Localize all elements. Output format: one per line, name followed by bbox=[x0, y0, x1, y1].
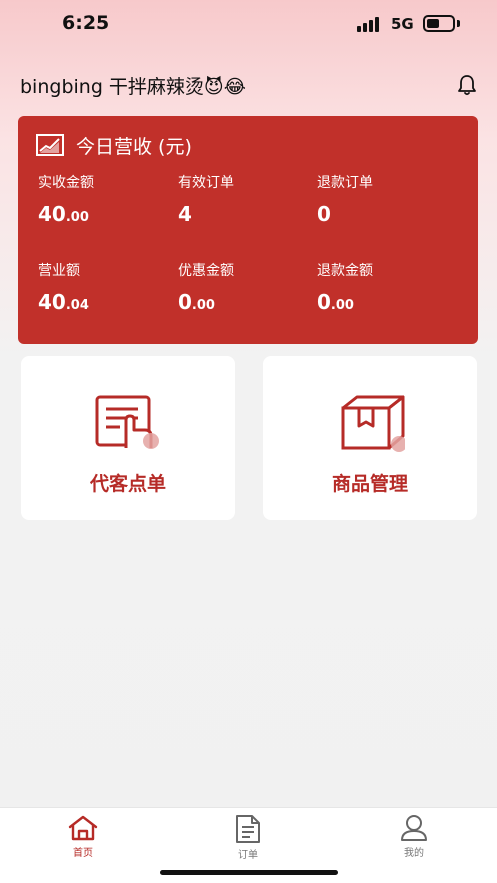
metric-label: 优惠金额 bbox=[178, 263, 234, 279]
home-icon bbox=[68, 815, 98, 841]
metric-refund-orders: 退款订单 0 bbox=[317, 172, 457, 226]
revenue-card-header: 今日营收 (元) bbox=[36, 130, 192, 160]
revenue-card: 今日营收 (元) 实收金额 40.00 有效订单 4 退款订单 0 营业额 40… bbox=[18, 116, 478, 344]
chart-icon bbox=[36, 134, 64, 156]
home-indicator bbox=[160, 870, 338, 875]
metric-turnover: 营业额 40.04 bbox=[38, 260, 178, 314]
metric-label: 营业额 bbox=[38, 263, 80, 279]
status-bar: 6:25 5G bbox=[0, 0, 497, 48]
order-icon bbox=[236, 815, 260, 843]
metric-label: 有效订单 bbox=[178, 175, 234, 191]
tab-profile-label: 我的 bbox=[404, 848, 424, 859]
metric-valid-orders: 有效订单 4 bbox=[178, 172, 318, 226]
metric-refund-amount: 退款金额 0.00 bbox=[317, 260, 457, 314]
metric-label: 实收金额 bbox=[38, 175, 94, 191]
battery-icon bbox=[423, 15, 455, 32]
metric-value: 40.04 bbox=[38, 290, 89, 314]
battery-tip bbox=[457, 20, 460, 27]
order-for-customer-button[interactable]: 代客点单 bbox=[21, 356, 235, 520]
metric-discount-amount: 优惠金额 0.00 bbox=[178, 260, 318, 314]
product-box-icon bbox=[341, 395, 405, 452]
order-for-customer-label: 代客点单 bbox=[89, 473, 166, 495]
network-label: 5G bbox=[391, 15, 414, 33]
order-for-customer-icon bbox=[95, 395, 159, 449]
metric-value: 0 bbox=[317, 202, 331, 226]
bell-icon[interactable] bbox=[455, 73, 479, 97]
product-management-label: 商品管理 bbox=[331, 473, 408, 495]
metric-actual-received: 实收金额 40.00 bbox=[38, 172, 178, 226]
profile-icon bbox=[401, 815, 427, 841]
tab-orders-label: 订单 bbox=[238, 850, 258, 861]
tab-orders[interactable]: 订单 bbox=[198, 814, 298, 862]
tab-profile[interactable]: 我的 bbox=[364, 814, 464, 862]
tab-home[interactable]: 首页 bbox=[33, 814, 133, 862]
metric-value: 4 bbox=[178, 202, 192, 226]
store-name: bingbing 干拌麻辣烫😈😂 bbox=[20, 76, 246, 98]
metric-label: 退款金额 bbox=[317, 263, 373, 279]
revenue-card-title: 今日营收 (元) bbox=[76, 135, 192, 158]
signal-icon bbox=[357, 16, 383, 32]
tab-home-label: 首页 bbox=[73, 848, 93, 859]
product-management-button[interactable]: 商品管理 bbox=[263, 356, 477, 520]
status-time: 6:25 bbox=[62, 12, 110, 34]
metric-label: 退款订单 bbox=[317, 175, 373, 191]
metric-value: 0.00 bbox=[317, 290, 354, 314]
metric-value: 40.00 bbox=[38, 202, 89, 226]
metric-value: 0.00 bbox=[178, 290, 215, 314]
